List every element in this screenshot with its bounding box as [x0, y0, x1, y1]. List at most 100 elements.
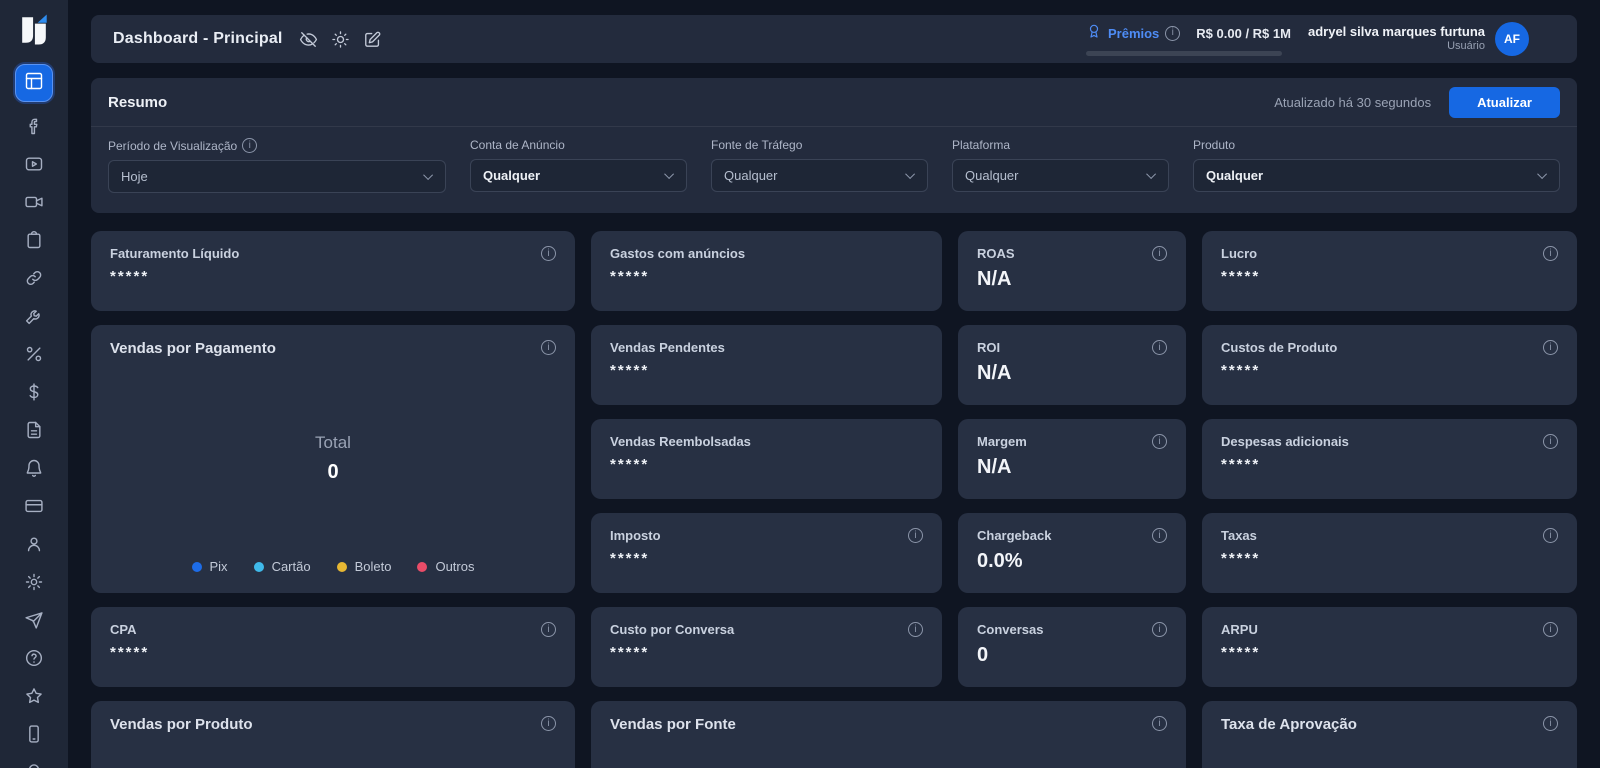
medal-icon — [24, 762, 44, 768]
sidebar-item-videos[interactable] — [15, 193, 53, 216]
topbar-actions — [299, 30, 382, 49]
sidebar-item-links[interactable] — [15, 269, 53, 292]
info-icon[interactable] — [1543, 528, 1558, 543]
card-value: N/A — [977, 362, 1167, 385]
info-icon[interactable] — [541, 622, 556, 637]
info-icon[interactable] — [541, 716, 556, 731]
card-title: ROAS — [977, 246, 1015, 261]
sidebar-item-video-library[interactable] — [15, 155, 53, 178]
info-icon[interactable] — [541, 246, 556, 261]
card-title: Custos de Produto — [1221, 340, 1337, 355]
sidebar-item-favorites[interactable] — [15, 687, 53, 710]
card-title: Vendas Pendentes — [610, 340, 725, 355]
info-icon[interactable] — [1152, 716, 1167, 731]
info-icon[interactable] — [1152, 246, 1167, 261]
legend-item-pix[interactable]: Pix — [192, 559, 228, 574]
sidebar-item-billing[interactable] — [15, 497, 53, 520]
chart-total-value: 0 — [327, 461, 338, 484]
edit-icon[interactable] — [363, 30, 382, 49]
info-icon[interactable] — [1543, 716, 1558, 731]
app-logo[interactable] — [12, 10, 56, 50]
filter-fonte-trafego: Fonte de Tráfego Qualquer — [711, 138, 928, 193]
filter-produto: Produto Qualquer — [1193, 138, 1560, 193]
sidebar-item-account[interactable] — [15, 535, 53, 558]
info-icon[interactable] — [908, 622, 923, 637]
card-value: ***** — [610, 550, 923, 567]
periodo-select[interactable]: Hoje — [108, 160, 446, 193]
card-value: 0 — [977, 644, 1167, 667]
info-icon[interactable] — [1543, 622, 1558, 637]
card-title: Taxa de Aprovação — [1221, 716, 1357, 733]
info-icon[interactable] — [1543, 434, 1558, 449]
legend-dot — [417, 562, 427, 572]
legend-item-cartao[interactable]: Cartão — [254, 559, 311, 574]
user-name: adryel silva marques furtuna — [1308, 24, 1485, 40]
sun-icon[interactable] — [331, 30, 350, 49]
sidebar-item-dashboard[interactable] — [15, 64, 53, 102]
info-icon[interactable] — [242, 138, 257, 153]
card-lucro: Lucro ***** — [1202, 231, 1577, 311]
conta-anuncio-select[interactable]: Qualquer — [470, 159, 687, 192]
info-icon[interactable] — [1152, 340, 1167, 355]
info-icon[interactable] — [541, 340, 556, 355]
sidebar-item-notifications[interactable] — [15, 459, 53, 482]
sidebar-item-facebook[interactable] — [15, 117, 53, 140]
card-title: Taxas — [1221, 528, 1257, 543]
sidebar-item-tools[interactable] — [15, 307, 53, 330]
card-vendas-por-pagamento: Vendas por Pagamento Total 0 Pix Cartão … — [91, 325, 575, 593]
sidebar-item-awards[interactable] — [15, 763, 53, 768]
card-chargeback: Chargeback 0.0% — [958, 513, 1186, 593]
legend-item-outros[interactable]: Outros — [417, 559, 474, 574]
updated-status: Atualizado há 30 segundos — [1274, 95, 1431, 110]
sidebar-item-documents[interactable] — [15, 421, 53, 444]
metrics-grid: Faturamento Líquido ***** Gastos com anú… — [91, 231, 1577, 768]
card-title: Margem — [977, 434, 1027, 449]
eye-off-icon[interactable] — [299, 30, 318, 49]
legend-item-boleto[interactable]: Boleto — [337, 559, 392, 574]
card-vendas-pendentes: Vendas Pendentes ***** — [591, 325, 942, 405]
refresh-button[interactable]: Atualizar — [1449, 87, 1560, 118]
fonte-trafego-select[interactable]: Qualquer — [711, 159, 928, 192]
sidebar-item-finance[interactable] — [15, 383, 53, 406]
sidebar-item-settings[interactable] — [15, 573, 53, 596]
donut-chart-empty: Total 0 — [110, 357, 556, 559]
sidebar-item-rates[interactable] — [15, 345, 53, 368]
filter-plataforma: Plataforma Qualquer — [952, 138, 1169, 193]
resumo-panel: Resumo Atualizado há 30 segundos Atualiz… — [91, 78, 1577, 213]
dashboard-icon — [24, 71, 44, 96]
card-value: ***** — [610, 456, 923, 473]
card-title: Gastos com anúncios — [610, 246, 745, 261]
sidebar-item-reports[interactable] — [15, 231, 53, 254]
card-despesas-adicionais: Despesas adicionais ***** — [1202, 419, 1577, 499]
card-vendas-por-fonte: Vendas por Fonte — [591, 701, 1186, 768]
info-icon[interactable] — [1152, 528, 1167, 543]
card-value: ***** — [1221, 362, 1558, 379]
avatar[interactable]: AF — [1495, 22, 1529, 56]
sidebar-item-mobile[interactable] — [15, 725, 53, 748]
info-icon[interactable] — [1152, 622, 1167, 637]
premios-value: R$ 0.00 / R$ 1M — [1196, 26, 1291, 41]
info-icon[interactable] — [1543, 246, 1558, 261]
premios-label[interactable]: Prêmios — [1108, 26, 1159, 41]
topbar: Dashboard - Principal Prêmios R$ 0.00 / … — [91, 15, 1577, 63]
sidebar-item-help[interactable] — [15, 649, 53, 672]
sidebar-item-send[interactable] — [15, 611, 53, 634]
card-gastos-anuncios: Gastos com anúncios ***** — [591, 231, 942, 311]
premios-widget[interactable]: Prêmios R$ 0.00 / R$ 1M — [1086, 23, 1282, 56]
legend-label: Boleto — [355, 559, 392, 574]
card-title: ROI — [977, 340, 1000, 355]
plataforma-select[interactable]: Qualquer — [952, 159, 1169, 192]
card-value: ***** — [610, 268, 923, 285]
produto-select[interactable]: Qualquer — [1193, 159, 1560, 192]
card-faturamento-liquido: Faturamento Líquido ***** — [91, 231, 575, 311]
info-icon[interactable] — [1165, 26, 1180, 41]
resumo-title: Resumo — [108, 94, 167, 111]
card-value: ***** — [110, 268, 556, 285]
user-info[interactable]: adryel silva marques furtuna Usuário — [1308, 24, 1485, 54]
card-taxas: Taxas ***** — [1202, 513, 1577, 593]
info-icon[interactable] — [908, 528, 923, 543]
info-icon[interactable] — [1543, 340, 1558, 355]
legend-label: Cartão — [272, 559, 311, 574]
info-icon[interactable] — [1152, 434, 1167, 449]
card-value: 0.0% — [977, 550, 1167, 573]
